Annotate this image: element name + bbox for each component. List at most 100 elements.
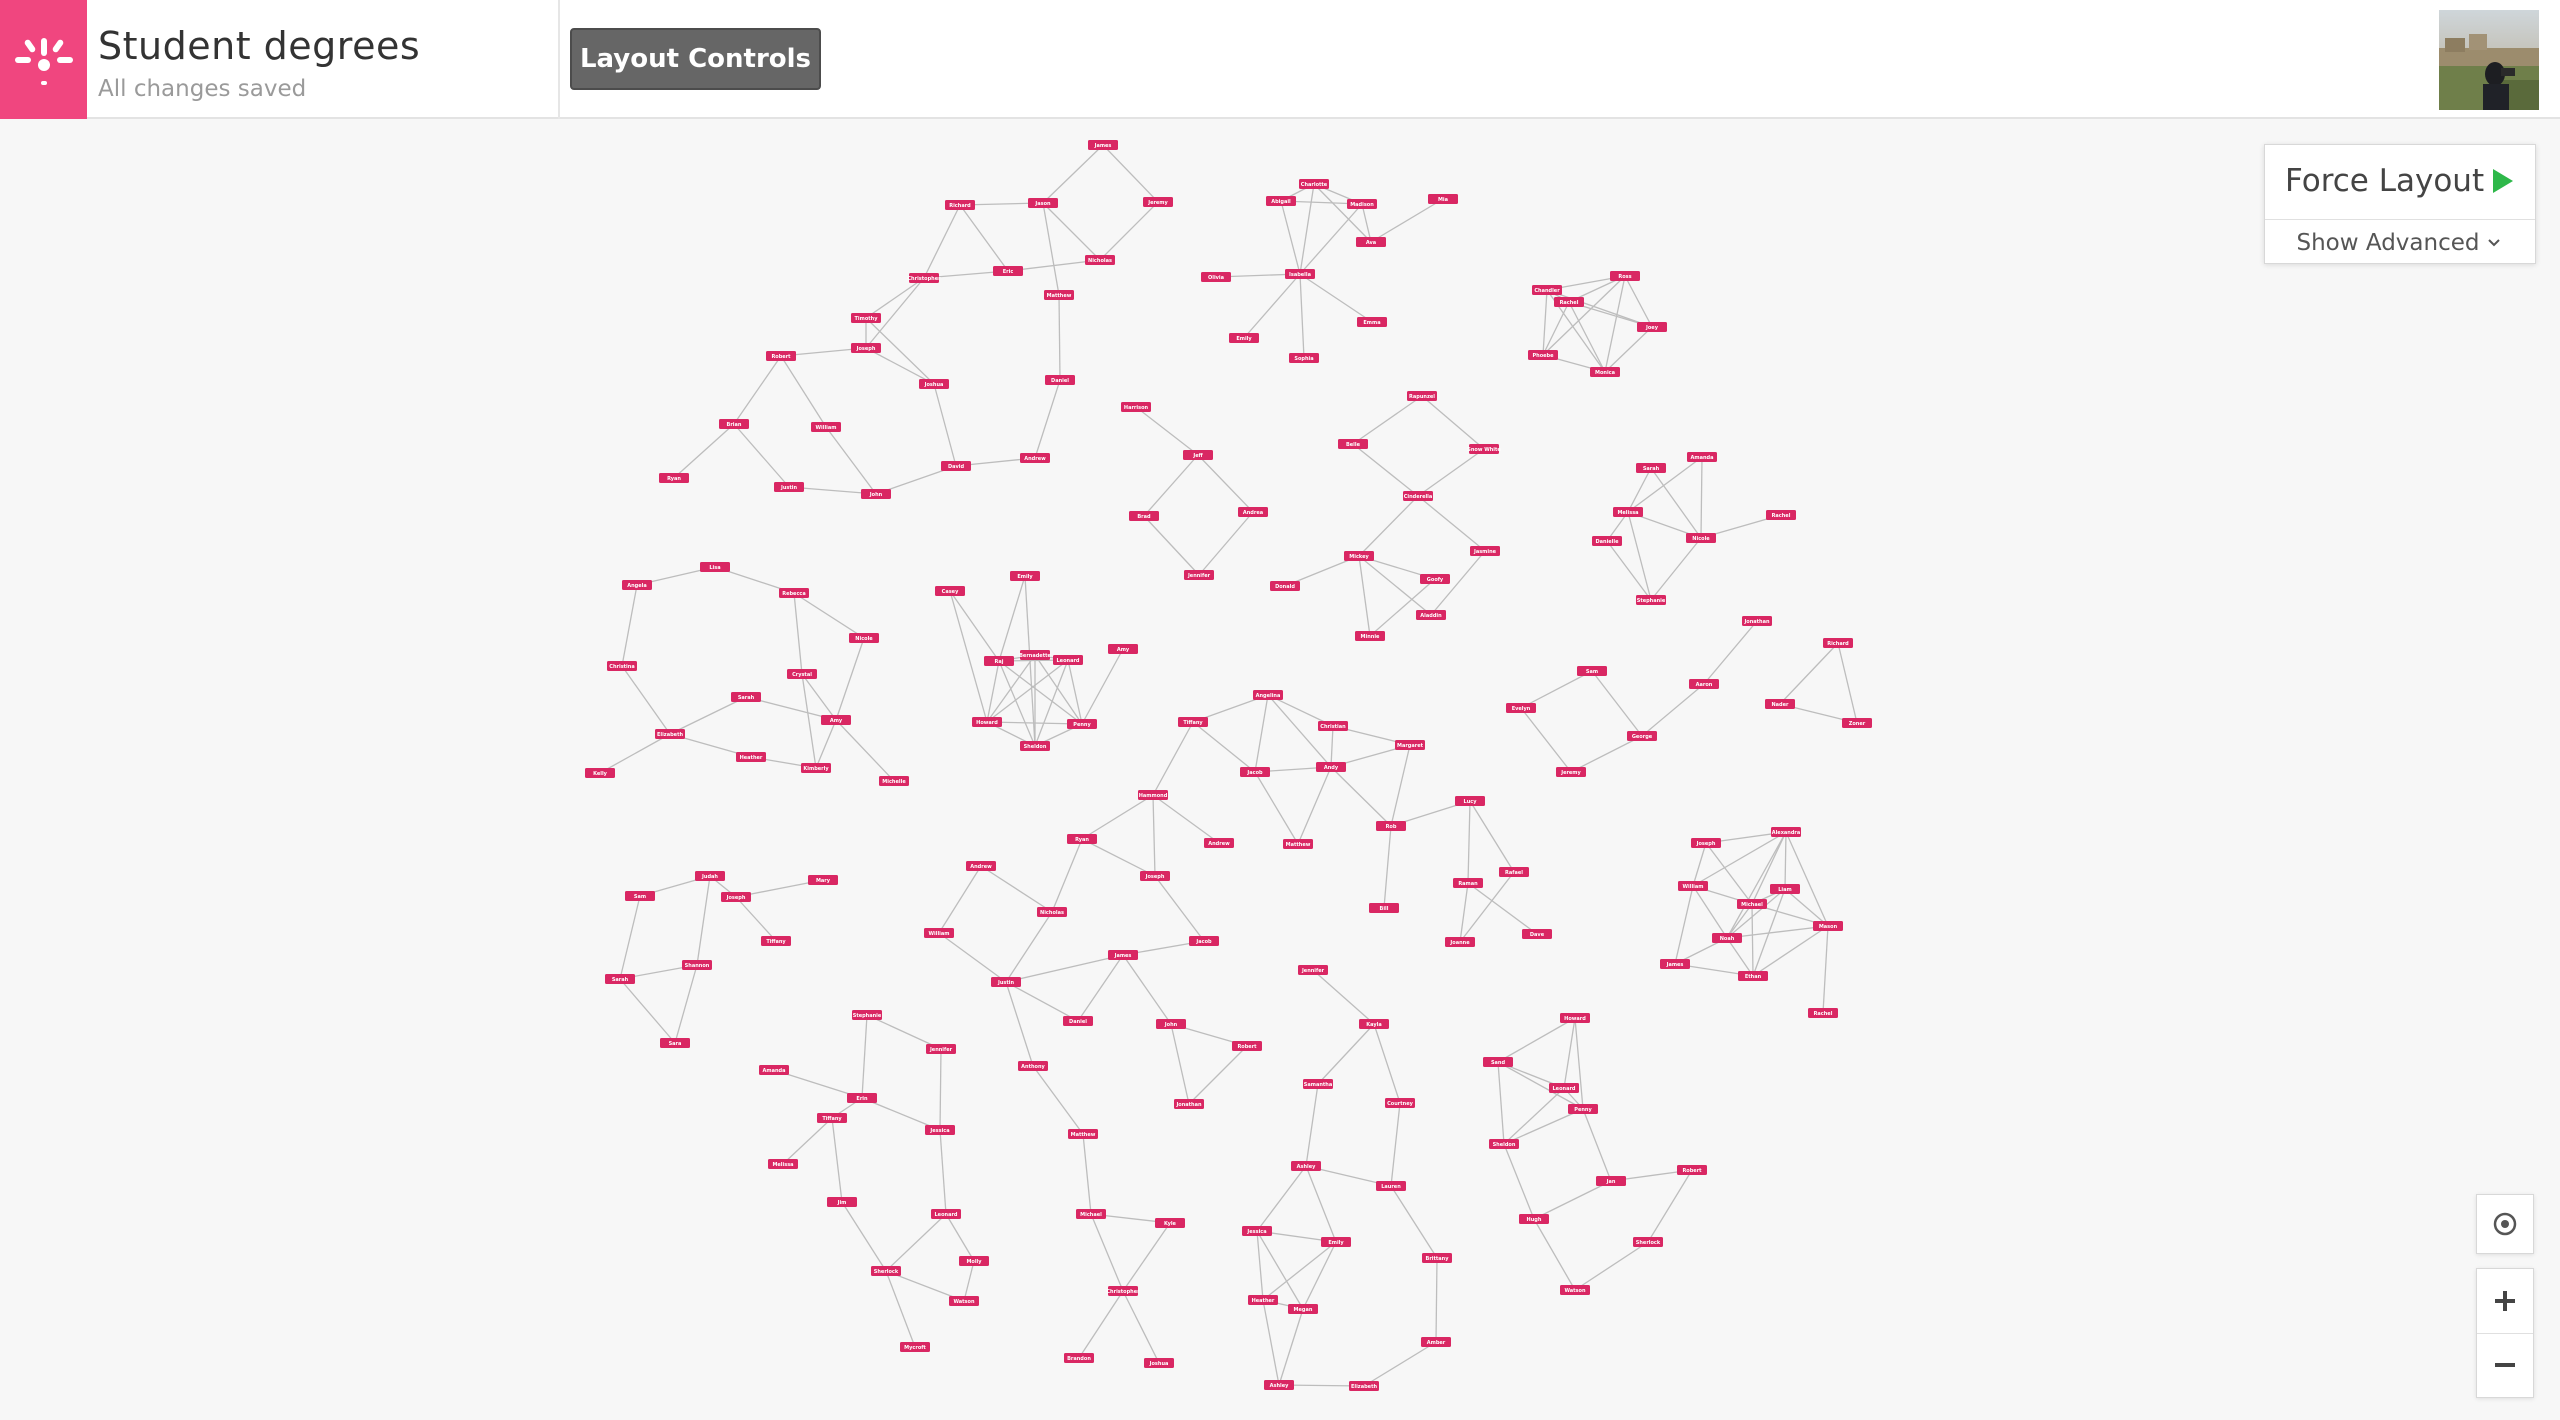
graph-node[interactable]: Michael [1737, 899, 1767, 909]
graph-node[interactable]: David [941, 461, 971, 471]
graph-node[interactable]: William [924, 928, 954, 938]
graph-node[interactable]: Amber [1421, 1337, 1451, 1347]
graph-node[interactable]: Daniel [1063, 1016, 1093, 1026]
graph-node[interactable]: Sheldon [1020, 741, 1050, 751]
graph-node[interactable]: Emily [1229, 333, 1259, 343]
graph-node[interactable]: Crystal [787, 669, 817, 679]
graph-node[interactable]: Rob [1376, 821, 1406, 831]
graph-node[interactable]: Heather [736, 752, 766, 762]
graph-node[interactable]: Rebecca [779, 588, 809, 598]
graph-node[interactable]: George [1627, 731, 1657, 741]
graph-node[interactable]: Jeremy [1556, 767, 1586, 777]
locate-button[interactable] [2476, 1194, 2534, 1254]
graph-node[interactable]: Matthew [1283, 839, 1313, 849]
graph-node[interactable]: Timothy [851, 313, 881, 323]
graph-node[interactable]: Ava [1356, 237, 1386, 247]
graph-node[interactable]: Zoner [1842, 718, 1872, 728]
graph-node[interactable]: Emily [1321, 1237, 1351, 1247]
graph-node[interactable]: Sam [625, 891, 655, 901]
graph-node[interactable]: Joey [1637, 322, 1667, 332]
graph-node[interactable]: Daniel [1045, 375, 1075, 385]
graph-node[interactable]: Leonard [931, 1209, 961, 1219]
graph-node[interactable]: Jan [1596, 1176, 1626, 1186]
graph-node[interactable]: Joanne [1445, 937, 1475, 947]
graph-node[interactable]: Kayla [1359, 1019, 1389, 1029]
graph-node[interactable]: Belle [1338, 439, 1368, 449]
graph-node[interactable]: Casey [935, 586, 965, 596]
graph-node[interactable]: Andy [1316, 762, 1346, 772]
graph-node[interactable]: Leonard [1549, 1083, 1579, 1093]
graph-node[interactable]: Rafael [1499, 867, 1529, 877]
graph-node[interactable]: Judah [695, 871, 725, 881]
graph-node[interactable]: Andrew [1204, 838, 1234, 848]
graph-node[interactable]: Amanda [1687, 452, 1717, 462]
graph-node[interactable]: Jacob [1240, 767, 1270, 777]
graph-node[interactable]: Aaron [1689, 679, 1719, 689]
graph-node[interactable]: Matthew [1068, 1129, 1098, 1139]
graph-node[interactable]: Erin [847, 1093, 877, 1103]
graph-node[interactable]: Goofy [1420, 574, 1450, 584]
graph-node[interactable]: Charlotte [1299, 179, 1329, 189]
graph-node[interactable]: Melissa [768, 1159, 798, 1169]
graph-node[interactable]: Mason [1813, 921, 1843, 931]
graph-node[interactable]: Justin [774, 482, 804, 492]
graph-node[interactable]: Christopher [907, 273, 941, 283]
graph-node[interactable]: Amy [821, 715, 851, 725]
graph-node[interactable]: Jennifer [1298, 965, 1328, 975]
graph-node[interactable]: Brad [1129, 511, 1159, 521]
graph-node[interactable]: Elizabeth [655, 729, 685, 739]
graph-node[interactable]: Joseph [721, 892, 751, 902]
graph-node[interactable]: Shannon [682, 960, 712, 970]
graph-node[interactable]: Mia [1428, 194, 1458, 204]
graph-node[interactable]: Sam [1577, 666, 1607, 676]
graph-node[interactable]: Jonathan [1742, 616, 1772, 626]
zoom-out-button[interactable] [2477, 1334, 2533, 1398]
graph-node[interactable]: Aladdin [1416, 610, 1446, 620]
graph-node[interactable]: Kimberly [801, 763, 831, 773]
graph-node[interactable]: Molly [959, 1256, 989, 1266]
graph-node[interactable]: Christopher [1106, 1286, 1140, 1296]
graph-node[interactable]: Jim [827, 1197, 857, 1207]
graph-node[interactable]: Isabella [1285, 269, 1315, 279]
play-icon[interactable] [2493, 169, 2513, 193]
graph-node[interactable]: Courtney [1385, 1098, 1415, 1108]
graph-node[interactable]: Ethan [1738, 971, 1768, 981]
graph-node[interactable]: Joshua [1144, 1358, 1174, 1368]
graph-node[interactable]: Michelle [879, 776, 909, 786]
graph-node[interactable]: Raj [984, 656, 1014, 666]
graph-node[interactable]: Rapunzel [1407, 391, 1437, 401]
graph-node[interactable]: Jessica [1242, 1226, 1272, 1236]
graph-node[interactable]: Penny [1067, 719, 1097, 729]
graph-node[interactable]: Tiffany [1178, 717, 1208, 727]
graph-node[interactable]: Stephanie [1636, 595, 1666, 605]
graph-node[interactable]: Bernadette [1019, 650, 1051, 660]
graph-node[interactable]: Lauren [1376, 1181, 1406, 1191]
graph-node[interactable]: Eric [993, 266, 1023, 276]
graph-node[interactable]: Brian [719, 419, 749, 429]
graph-node[interactable]: Sophia [1289, 353, 1319, 363]
zoom-in-button[interactable] [2477, 1269, 2533, 1334]
graph-node[interactable]: Alexandra [1771, 827, 1801, 837]
graph-node[interactable]: Andrea [1238, 507, 1268, 517]
graph-node[interactable]: Anthony [1018, 1061, 1048, 1071]
graph-node[interactable]: Joseph [1691, 838, 1721, 848]
graph-node[interactable]: Abigail [1266, 196, 1296, 206]
page-title[interactable]: Student degrees [98, 22, 420, 70]
graph-node[interactable]: Andrew [1020, 453, 1050, 463]
graph-node[interactable]: Jacob [1189, 936, 1219, 946]
graph-node[interactable]: Ross [1610, 271, 1640, 281]
graph-node[interactable]: Hammond [1138, 790, 1168, 800]
graph-node[interactable]: Kelly [585, 768, 615, 778]
graph-node[interactable]: Joseph [1140, 871, 1170, 881]
graph-node[interactable]: Ryan [659, 473, 689, 483]
graph-node[interactable]: Leonard [1053, 655, 1083, 665]
graph-node[interactable]: Jennifer [926, 1044, 956, 1054]
avatar[interactable] [2439, 10, 2539, 110]
graph-node[interactable]: Robert [1232, 1041, 1262, 1051]
graph-node[interactable]: John [861, 489, 891, 499]
graph-node[interactable]: Sherlock [871, 1266, 901, 1276]
graph-node[interactable]: Mycroft [900, 1342, 930, 1352]
graph-node[interactable]: Amanda [759, 1065, 789, 1075]
graph-node[interactable]: Sarah [605, 974, 635, 984]
graph-node[interactable]: Amy [1108, 644, 1138, 654]
